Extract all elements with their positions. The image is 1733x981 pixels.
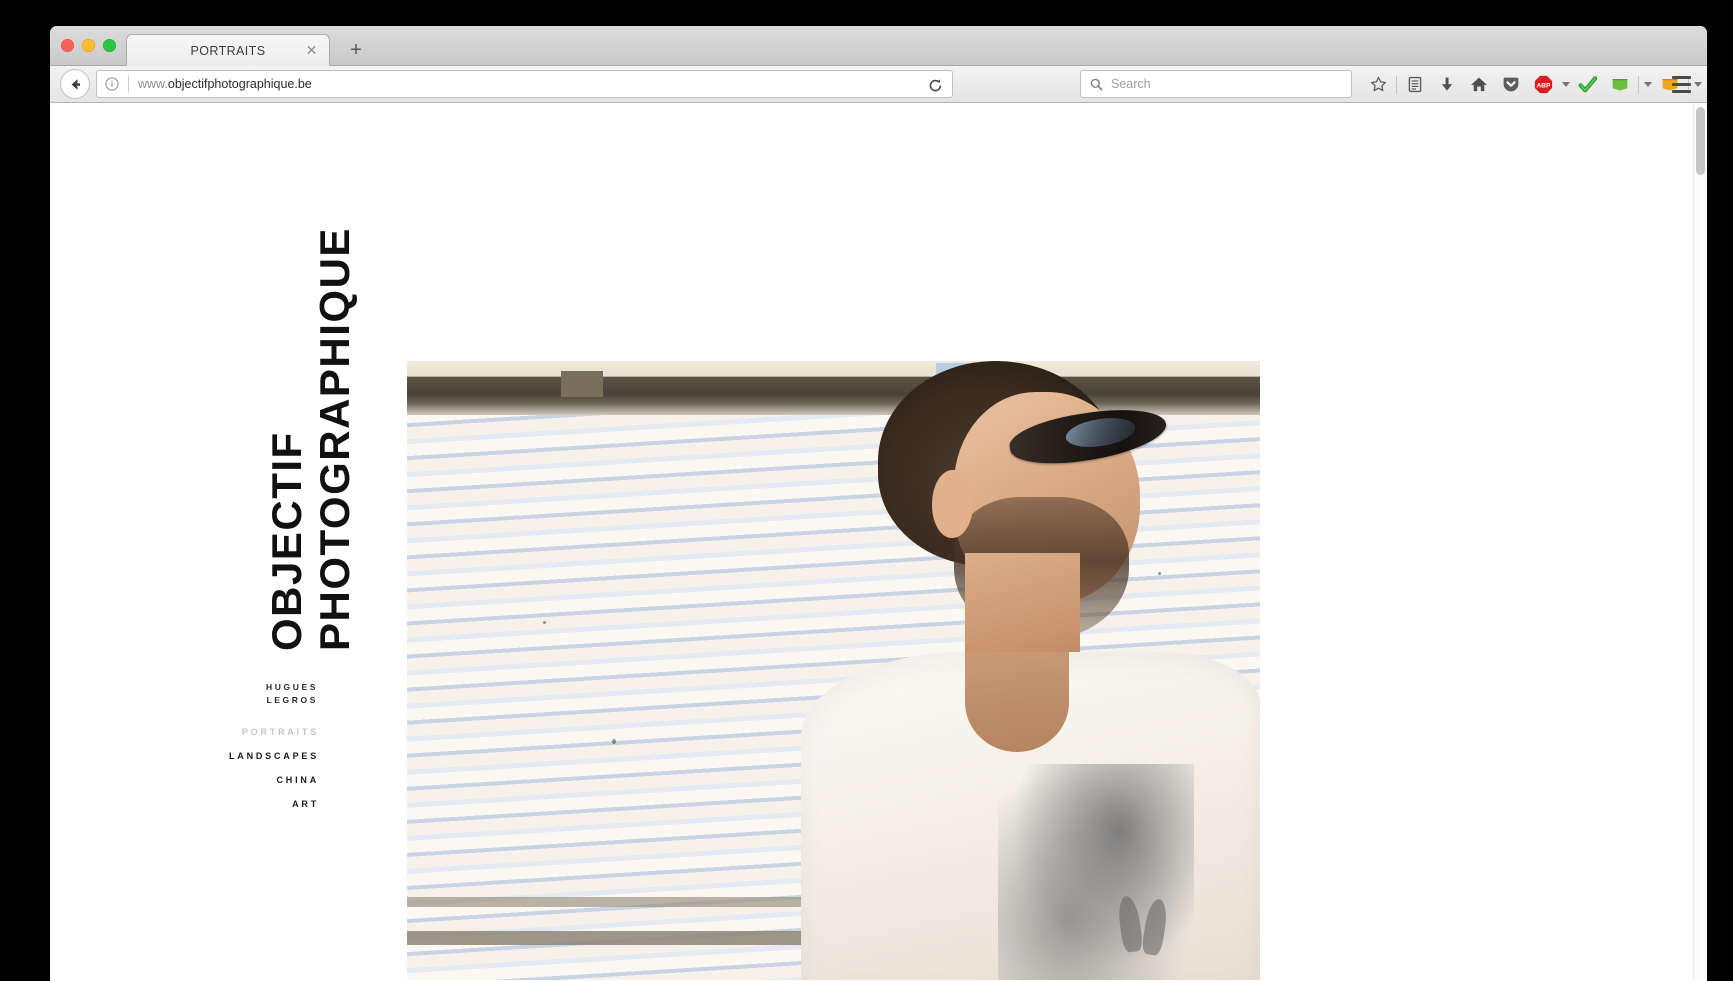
page-scrollbar-thumb[interactable] <box>1696 107 1705 175</box>
site-navigation: PORTRAITS LANDSCAPES CHINA ART <box>50 727 319 823</box>
toolbar-divider <box>1638 75 1639 94</box>
print-ear-left <box>1115 895 1144 954</box>
nav-landscapes[interactable]: LANDSCAPES <box>50 751 319 761</box>
site-title-line-2: PHOTOGRAPHIQUE <box>311 227 358 651</box>
page-scrollbar-track[interactable] <box>1693 103 1707 980</box>
subject-tshirt-collar <box>965 652 1069 752</box>
adblock-dropdown-caret-icon[interactable] <box>1559 66 1572 103</box>
navigation-toolbar: www.objectifphotographique.be Search ABP <box>50 66 1707 103</box>
site-title: OBJECTIF PHOTOGRAPHIQUE <box>246 227 366 651</box>
hero-photograph[interactable] <box>407 361 1260 980</box>
hamburger-menu-icon[interactable] <box>1664 66 1698 103</box>
author-last-name: LEGROS <box>266 695 318 706</box>
subject-ear <box>932 469 974 538</box>
search-bar[interactable]: Search <box>1080 70 1352 98</box>
url-text: www.objectifphotographique.be <box>138 77 312 91</box>
tab-close-icon[interactable]: ✕ <box>305 43 318 57</box>
print-ear-right <box>1141 897 1170 957</box>
bookmark-star-icon[interactable] <box>1362 66 1394 103</box>
tab-title: PORTRAITS <box>190 44 266 58</box>
author-first-name: HUGUES <box>266 682 318 692</box>
pocket-icon[interactable] <box>1495 66 1527 103</box>
new-tab-button[interactable]: + <box>346 40 366 61</box>
site-title-line-1: OBJECTIF <box>263 431 310 651</box>
home-icon[interactable] <box>1463 66 1495 103</box>
window-controls <box>61 39 116 52</box>
author-name: HUGUES LEGROS <box>50 681 318 707</box>
browser-tab[interactable]: PORTRAITS ✕ <box>126 34 330 67</box>
url-scheme: www. <box>138 77 168 91</box>
toolbar-divider <box>1396 75 1397 94</box>
site-sidebar: OBJECTIF PHOTOGRAPHIQUE HUGUES LEGROS PO… <box>50 103 360 980</box>
reload-icon[interactable] <box>924 75 946 95</box>
green-book-dropdown-caret-icon[interactable] <box>1641 66 1654 103</box>
info-icon[interactable] <box>104 76 120 92</box>
svg-text:ABP: ABP <box>1536 82 1551 89</box>
page-viewport: OBJECTIF PHOTOGRAPHIQUE HUGUES LEGROS PO… <box>50 103 1707 980</box>
tab-strip: PORTRAITS ✕ + <box>50 26 1707 67</box>
window-minimize-button[interactable] <box>82 39 95 52</box>
checkmark-extension-icon[interactable] <box>1572 66 1604 103</box>
tshirt-squirrel-print <box>997 764 1195 980</box>
url-bar[interactable]: www.objectifphotographique.be <box>96 70 953 98</box>
nav-art[interactable]: ART <box>50 799 319 809</box>
back-button[interactable] <box>60 69 90 99</box>
nav-china[interactable]: CHINA <box>50 775 319 785</box>
reader-list-icon[interactable] <box>1399 66 1431 103</box>
photo-subject <box>714 361 1260 980</box>
back-arrow-icon <box>71 78 80 90</box>
window-close-button[interactable] <box>61 39 74 52</box>
adblock-plus-icon[interactable]: ABP <box>1527 66 1559 103</box>
window-maximize-button[interactable] <box>103 39 116 52</box>
toolbar-icon-group: ABP <box>1362 66 1704 103</box>
search-icon <box>1090 78 1103 91</box>
wall-speck <box>611 739 616 745</box>
url-divider <box>128 75 129 93</box>
search-input[interactable]: Search <box>1111 77 1151 91</box>
downloads-icon[interactable] <box>1431 66 1463 103</box>
url-host: objectifphotographique.be <box>167 77 312 91</box>
browser-window: PORTRAITS ✕ + www.objectifphotographique… <box>50 26 1707 981</box>
nav-portraits[interactable]: PORTRAITS <box>50 727 319 737</box>
green-book-extension-icon[interactable] <box>1604 66 1636 103</box>
